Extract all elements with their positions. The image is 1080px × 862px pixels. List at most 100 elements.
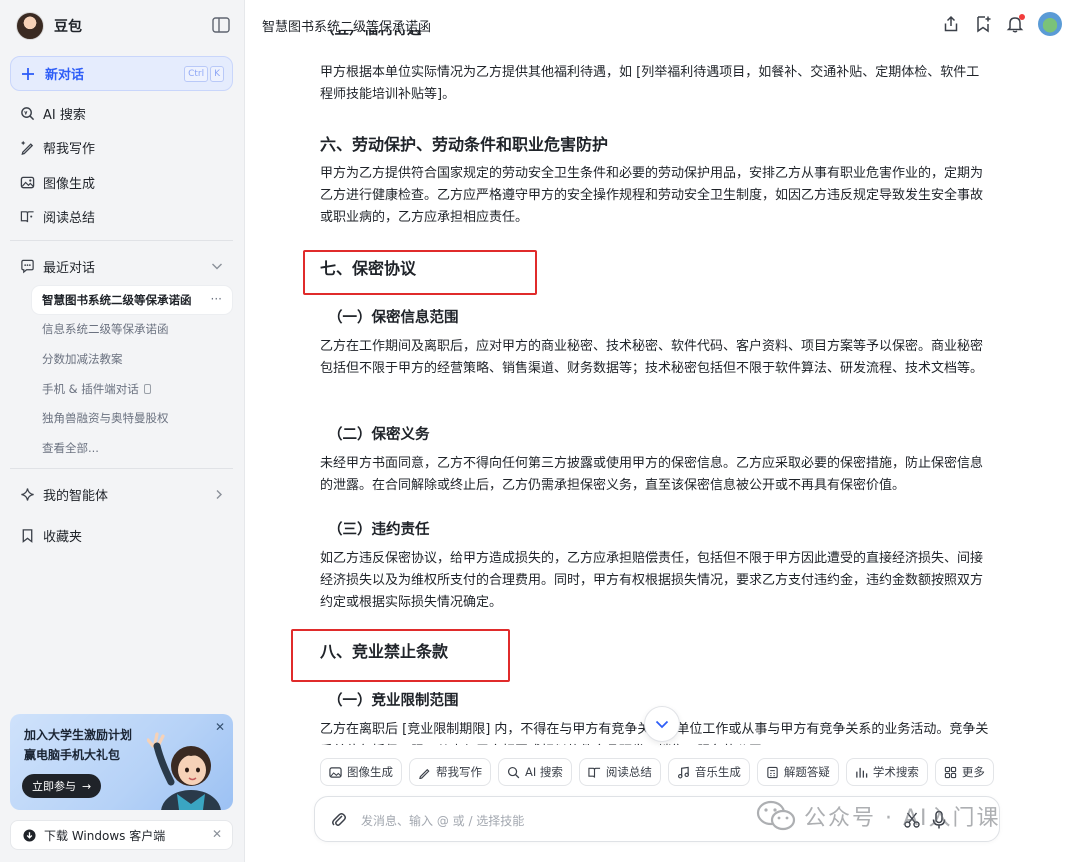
download-client-button[interactable]: 下载 Windows 客户端 ✕ [10, 820, 233, 850]
nav-reading[interactable]: 阅读总结 [10, 201, 233, 231]
book-icon [20, 210, 34, 222]
brand-avatar [16, 12, 44, 40]
highlight-box-section-8 [291, 629, 510, 682]
skill-label: 音乐生成 [694, 765, 741, 779]
notification-bell[interactable] [1006, 14, 1025, 33]
skill-problem-solving[interactable]: 解题答疑 [756, 758, 839, 786]
nav-favorites-label: 收藏夹 [43, 529, 83, 545]
skill-label: 更多 [961, 765, 985, 779]
promo-line2: 赢电脑手机大礼包 [24, 748, 121, 762]
promo-join-button[interactable]: 立即参与 → [22, 774, 102, 798]
chevron-down-icon[interactable] [211, 261, 223, 271]
history-item[interactable]: 独角兽融资与奥特曼股权 [32, 404, 232, 432]
nav-image-gen-label: 图像生成 [43, 176, 96, 192]
section-7-2-paragraph: 未经甲方书面同意，乙方不得向任何第三方披露或使用甲方的保密信息。乙方应采取必要的… [320, 456, 984, 493]
section-7-3-paragraph: 如乙方违反保密协议，给甲方造成损失的，乙方应承担赔偿责任，包括但不限于甲方因此遭… [320, 551, 984, 610]
section-6-paragraph: 甲方为乙方提供符合国家规定的劳动安全卫生条件和必要的劳动保护用品，安排乙方从事有… [320, 166, 984, 225]
message-input[interactable]: 发消息、输入 @ 或 / 选择技能 [361, 812, 524, 829]
section-5-tail-heading: （五）福利待遇 [320, 30, 422, 38]
brand-name: 豆包 [54, 19, 82, 35]
skill-reading[interactable]: 阅读总结 [578, 758, 661, 786]
view-all-link[interactable]: 查看全部... [32, 434, 232, 462]
recent-chats-label: 最近对话 [43, 260, 96, 276]
nav-my-agents[interactable]: 我的智能体 [10, 479, 233, 509]
section-7-2-heading: （二）保密义务 [328, 427, 430, 443]
music-note-icon [677, 766, 689, 778]
new-chat-button[interactable]: 新对话 Ctrl K [10, 56, 233, 91]
history-item[interactable]: 信息系统二级等保承诺函 [32, 315, 232, 343]
sidebar: 豆包 新对话 Ctrl K AI 搜索 帮我写作 图像生成 阅读总结 最近对话 … [0, 0, 245, 862]
skill-music[interactable]: 音乐生成 [667, 758, 750, 786]
nav-favorites[interactable]: 收藏夹 [10, 520, 233, 550]
shortcut-key-k: K [210, 66, 224, 82]
skill-label: 解题答疑 [783, 765, 830, 779]
pen-icon [419, 768, 430, 779]
notification-dot [1019, 14, 1025, 20]
user-avatar[interactable] [1038, 12, 1062, 36]
skill-label: 帮我写作 [436, 765, 482, 779]
nav-my-agents-label: 我的智能体 [43, 488, 109, 504]
history-item-label: 独角兽融资与奥特曼股权 [42, 411, 169, 425]
book-icon [588, 767, 600, 778]
image-icon [329, 766, 342, 778]
chevron-right-icon [216, 490, 222, 499]
skill-writing[interactable]: 帮我写作 [409, 758, 491, 786]
recent-chats-header[interactable]: 最近对话 [10, 252, 233, 280]
image-icon [20, 176, 35, 188]
nav-ai-search-label: AI 搜索 [43, 107, 86, 123]
plus-icon [22, 67, 34, 80]
bar-chart-icon [856, 767, 868, 778]
promo-banner[interactable]: 加入大学生激励计划 赢电脑手机大礼包 立即参与 → ✕ [10, 714, 233, 810]
search-icon [507, 766, 520, 778]
section-7-3-heading: （三）违约责任 [328, 522, 430, 538]
history-item-active[interactable]: 智慧图书系统二级等保承诺函 ··· [32, 286, 232, 314]
sidebar-collapse-icon[interactable] [212, 17, 230, 33]
sidebar-divider [10, 240, 233, 241]
skill-academic-search[interactable]: 学术搜索 [845, 758, 928, 786]
skill-label: 学术搜索 [872, 765, 919, 779]
history-item-label: 分数加减法教案 [42, 352, 123, 366]
close-icon[interactable]: ✕ [212, 827, 222, 841]
grid-icon [944, 766, 957, 778]
watermark: 公众号 · AI入门课 [756, 800, 1001, 832]
history-item[interactable]: 分数加减法教案 [32, 345, 232, 373]
promo-join-label: 立即参与 [32, 780, 76, 793]
nav-ai-search[interactable]: AI 搜索 [10, 98, 233, 128]
brand[interactable]: 豆包 [16, 10, 82, 42]
skills-bar: 图像生成 帮我写作 AI 搜索 阅读总结 音乐生成 解题答疑 学术搜索 更多 [320, 758, 994, 786]
skill-more[interactable]: 更多 [934, 758, 994, 786]
chevron-down-icon [655, 720, 669, 728]
history-item-label: 信息系统二级等保承诺函 [42, 322, 169, 336]
paperclip-icon[interactable] [331, 811, 347, 829]
calculator-icon [767, 766, 778, 778]
section-5-paragraph: 甲方根据本单位实际情况为乙方提供其他福利待遇，如 [列举福利待遇项目，如餐补、交… [320, 65, 980, 102]
skill-image-gen[interactable]: 图像生成 [320, 758, 402, 786]
nav-writing-label: 帮我写作 [43, 141, 96, 157]
skill-label: AI 搜索 [525, 765, 563, 779]
bookmark-icon [22, 528, 33, 543]
pen-icon [20, 140, 34, 155]
scroll-to-bottom-button[interactable] [644, 706, 680, 742]
section-7-1-paragraph: 乙方在工作期间及离职后，应对甲方的商业秘密、技术秘密、软件代码、客户资料、项目方… [320, 339, 984, 376]
nav-writing[interactable]: 帮我写作 [10, 132, 233, 162]
watermark-text: 公众号 · AI入门课 [804, 806, 1001, 831]
new-chat-label: 新对话 [45, 68, 85, 83]
more-dots-icon[interactable]: ··· [211, 292, 222, 306]
nav-image-gen[interactable]: 图像生成 [10, 167, 233, 197]
view-all-label: 查看全部... [42, 441, 99, 455]
skill-label: 图像生成 [347, 765, 393, 779]
promo-line1: 加入大学生激励计划 [24, 728, 133, 742]
search-icon [21, 106, 35, 120]
arrow-right-icon: → [82, 779, 92, 793]
history-item-label: 智慧图书系统二级等保承诺函 [42, 293, 192, 307]
skill-ai-search[interactable]: AI 搜索 [498, 758, 572, 786]
section-7-1-heading: （一）保密信息范围 [328, 310, 459, 326]
skill-label: 阅读总结 [605, 765, 652, 779]
shortcut-key-ctrl: Ctrl [184, 66, 209, 82]
history-item[interactable]: 手机 & 插件端对话 [32, 375, 232, 403]
download-icon [23, 828, 36, 842]
new-chat-shortcut: Ctrl K [184, 66, 224, 82]
nav-reading-label: 阅读总结 [43, 210, 96, 226]
chat-bubble-icon [21, 259, 34, 273]
mascot-illustration [147, 732, 221, 810]
